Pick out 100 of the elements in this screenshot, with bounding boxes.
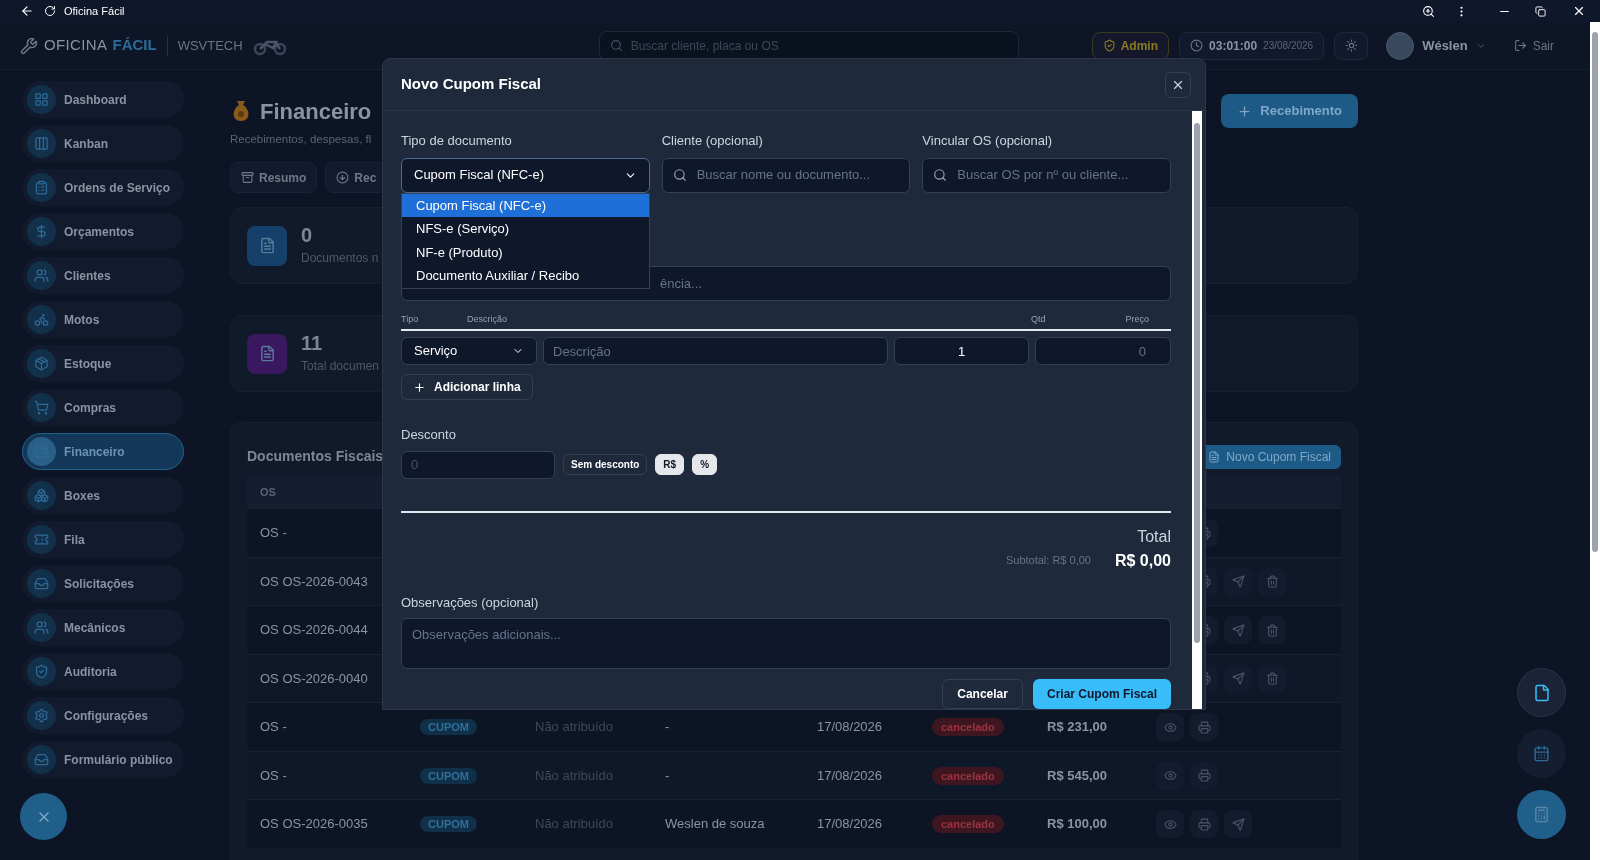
bicycle-icon — [34, 312, 49, 327]
sidebar-item[interactable]: Boxes — [22, 477, 184, 514]
calendar-fab[interactable] — [1517, 729, 1566, 778]
users-icon — [34, 620, 49, 635]
sidebar-item[interactable]: Compras — [22, 389, 184, 426]
page-subtitle: Recebimentos, despesas, fl — [230, 132, 372, 147]
users-icon — [34, 268, 49, 283]
calculator-icon — [1533, 806, 1550, 823]
trash-button[interactable] — [1258, 567, 1286, 596]
sun-icon — [1344, 39, 1358, 52]
sidebar-item[interactable]: Financeiro — [22, 433, 184, 470]
document-fab[interactable] — [1517, 668, 1566, 717]
document-icon — [258, 237, 276, 255]
sidebar-item[interactable]: Formulário público — [22, 741, 184, 778]
tab[interactable]: Resumo — [230, 162, 318, 194]
eye-icon — [1163, 817, 1177, 831]
dropdown-option[interactable]: Cupom Fiscal (NFC-e) — [402, 193, 649, 217]
eye-button[interactable] — [1156, 713, 1184, 741]
sidebar-item[interactable]: Orçamentos — [22, 213, 184, 250]
discount-option[interactable]: % — [692, 454, 718, 475]
dropdown-option[interactable]: Documento Auxiliar / Recibo — [402, 264, 649, 288]
stat-value: 11 — [301, 332, 324, 353]
create-button[interactable]: Criar Cupom Fiscal — [1032, 679, 1171, 709]
sidebar-item[interactable]: Motos — [22, 301, 184, 338]
shield-icon — [34, 664, 49, 679]
dropdown-option[interactable]: NF-e (Produto) — [402, 240, 649, 264]
status-tag: cancelado — [932, 766, 1004, 785]
send-button[interactable] — [1224, 810, 1252, 838]
trash-button[interactable] — [1258, 664, 1286, 693]
sidebar-item[interactable]: Ordens de Serviço — [22, 169, 184, 206]
avatar[interactable] — [1386, 31, 1415, 60]
sidebar-item[interactable]: Solicitações — [22, 565, 184, 602]
send-button[interactable] — [1224, 567, 1252, 596]
clock-date: 23/08/2026 — [1263, 39, 1314, 53]
printer-button[interactable] — [1190, 810, 1218, 838]
field-label: Cliente (opcional) — [661, 132, 764, 150]
total-label: Total — [1137, 526, 1171, 547]
calculator-fab[interactable] — [1517, 790, 1566, 839]
printer-icon — [1197, 817, 1211, 831]
table-cell-text: OS OS-2026-0043 — [260, 572, 369, 591]
field-label: Desconto — [401, 426, 457, 444]
cart-icon — [34, 400, 49, 415]
logout-button[interactable]: Sair — [1507, 31, 1560, 60]
table-cell: R$ 231,00 — [1047, 719, 1107, 735]
table-cell-text: OS - — [260, 524, 288, 543]
table-cell-text: OS OS-2026-0035 — [260, 815, 369, 834]
inbox-icon — [34, 576, 49, 591]
eye-button[interactable] — [1156, 810, 1184, 838]
back-icon[interactable] — [20, 4, 34, 18]
status-tag: cancelado — [932, 815, 1004, 834]
reload-icon[interactable] — [44, 5, 56, 17]
brand-accent: FÁCIL — [112, 35, 157, 56]
document-icon — [1532, 683, 1551, 702]
description-field[interactable]: Descrição — [543, 337, 888, 365]
sidebar-item[interactable]: Estoque — [22, 345, 184, 382]
search-field[interactable]: Buscar OS por nº ou cliente... — [922, 157, 1171, 193]
sidebar-item[interactable]: Configurações — [22, 697, 184, 734]
field-label: Tipo de documento — [401, 132, 513, 150]
trash-icon — [1265, 623, 1279, 637]
theme-toggle[interactable] — [1334, 31, 1369, 60]
sidebar-item[interactable]: Clientes — [22, 257, 184, 294]
printer-button[interactable] — [1190, 713, 1218, 741]
send-button[interactable] — [1224, 664, 1252, 693]
package-icon — [34, 356, 49, 371]
receipt-button[interactable]: Recebimento — [1221, 94, 1358, 128]
user-name[interactable]: Wéslen — [1422, 35, 1468, 56]
sidebar-item[interactable]: Dashboard — [22, 81, 184, 118]
sidebar-item[interactable]: Kanban — [22, 125, 184, 162]
price-field[interactable]: 0 — [1035, 337, 1171, 365]
field-label: Observações (opcional) — [401, 593, 540, 612]
stat-label: Documentos n — [301, 249, 379, 267]
discount-option[interactable]: Sem desconto — [563, 454, 648, 475]
dropdown-option[interactable]: NFS-e (Serviço) — [402, 217, 649, 241]
sidebar-item[interactable]: Auditoria — [22, 653, 184, 690]
add-line-button[interactable]: Adicionar linha — [401, 374, 533, 400]
document-type-select[interactable]: Cupom Fiscal (NFC-e) — [401, 157, 650, 193]
table-cell-text: OS OS-2026-0040 — [260, 669, 369, 688]
discount-field[interactable]: 0 — [401, 450, 555, 479]
close-button[interactable] — [1165, 71, 1191, 98]
logout-icon — [1513, 39, 1527, 52]
eye-button[interactable] — [1156, 761, 1184, 790]
trash-button[interactable] — [1258, 616, 1286, 644]
restore-icon[interactable] — [1535, 5, 1546, 17]
close-icon[interactable] — [1572, 4, 1586, 18]
send-icon — [1231, 623, 1245, 637]
send-button[interactable] — [1224, 616, 1252, 644]
column-header: Preço — [1124, 312, 1150, 326]
item-type-select[interactable]: Serviço — [401, 337, 537, 365]
discount-option[interactable]: R$ — [655, 454, 685, 475]
notes-field[interactable]: Observações adicionais... — [401, 618, 1171, 669]
zoom-icon[interactable] — [1422, 4, 1435, 18]
subtotal-text: Subtotal: R$ 0,00 — [1005, 553, 1091, 569]
sidebar-item[interactable]: Fila — [22, 521, 184, 558]
quantity-field[interactable]: 1 — [894, 337, 1029, 365]
close-fab[interactable] — [20, 793, 67, 840]
printer-button[interactable] — [1190, 761, 1218, 790]
search-field[interactable]: Buscar nome ou documento... — [661, 157, 911, 193]
cancel-button[interactable]: Cancelar — [942, 679, 1023, 709]
page-title: Financeiro — [260, 97, 372, 126]
sidebar-item[interactable]: Mecânicos — [22, 609, 184, 646]
